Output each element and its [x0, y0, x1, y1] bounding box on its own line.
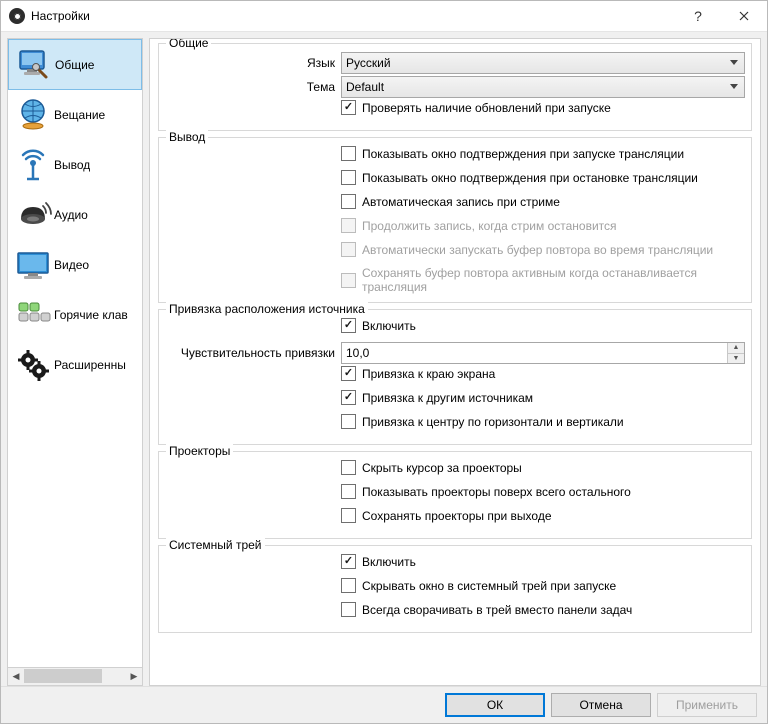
gears-icon [12, 344, 54, 386]
check-updates-checkbox[interactable]: Проверять наличие обновлений при запуске [341, 100, 745, 115]
auto-record-checkbox[interactable]: Автоматическая запись при стриме [341, 194, 745, 209]
group-tray: Системный трей Включить Скрывать окно в … [158, 545, 752, 633]
monitor-wrench-icon [13, 44, 55, 86]
scroll-right-arrow-icon[interactable]: ▶ [126, 668, 142, 684]
language-dropdown[interactable]: Русский [341, 52, 745, 74]
spin-down-icon[interactable]: ▼ [728, 354, 744, 364]
sidebar-item-label: Видео [54, 258, 89, 272]
settings-panel: Общие Язык Русский Тема Default [149, 38, 761, 686]
sidebar-item-video[interactable]: Видео [8, 240, 142, 290]
sidebar-item-label: Горячие клав [54, 308, 128, 322]
window-title: Настройки [31, 9, 90, 23]
confirm-stop-checkbox[interactable]: Показывать окно подтверждения при остано… [341, 170, 745, 185]
settings-window: Настройки ? [0, 0, 768, 724]
cancel-button[interactable]: Отмена [551, 693, 651, 717]
snap-other-checkbox[interactable]: Привязка к другим источникам [341, 390, 745, 405]
save-projectors-checkbox[interactable]: Сохранять проекторы при выходе [341, 508, 745, 523]
group-legend: Общие [166, 38, 211, 50]
tray-enable-checkbox[interactable]: Включить [341, 554, 745, 569]
spin-up-icon[interactable]: ▲ [728, 343, 744, 354]
sidebar-item-advanced[interactable]: Расширенны [8, 340, 142, 390]
help-button[interactable]: ? [675, 1, 721, 31]
projector-ontop-checkbox[interactable]: Показывать проекторы поверх всего осталь… [341, 484, 745, 499]
group-general: Общие Язык Русский Тема Default [158, 43, 752, 131]
hide-cursor-checkbox[interactable]: Скрыть курсор за проекторы [341, 460, 745, 475]
keep-recording-checkbox: Продолжить запись, когда стрим остановит… [341, 218, 745, 233]
ok-button[interactable]: ОК [445, 693, 545, 717]
snap-edge-checkbox[interactable]: Привязка к краю экрана [341, 366, 745, 381]
apply-button[interactable]: Применить [657, 693, 757, 717]
sidebar-item-label: Расширенны [54, 358, 126, 372]
keep-replay-checkbox: Сохранять буфер повтора активным когда о… [341, 266, 745, 294]
sidebar-item-label: Общие [55, 58, 94, 72]
sidebar-horizontal-scrollbar[interactable]: ◀ ▶ [7, 668, 143, 686]
scrollbar-thumb[interactable] [24, 669, 102, 683]
speaker-icon [12, 194, 54, 236]
sidebar-item-label: Аудио [54, 208, 88, 222]
app-icon [9, 8, 25, 24]
group-legend: Проекторы [166, 444, 233, 458]
sidebar: Общие Вещание [7, 38, 143, 686]
display-icon [12, 244, 54, 286]
group-legend: Привязка расположения источника [166, 302, 368, 316]
snap-center-checkbox[interactable]: Привязка к центру по горизонтали и верти… [341, 414, 745, 429]
sidebar-item-label: Вывод [54, 158, 90, 172]
scroll-left-arrow-icon[interactable]: ◀ [8, 668, 24, 684]
theme-dropdown[interactable]: Default [341, 76, 745, 98]
antenna-icon [12, 144, 54, 186]
sidebar-item-label: Вещание [54, 108, 105, 122]
sidebar-item-stream[interactable]: Вещание [8, 90, 142, 140]
snap-sensitivity-label: Чувствительность привязки [165, 346, 341, 360]
keyboard-icon [12, 294, 54, 336]
group-legend: Системный трей [166, 538, 265, 552]
sidebar-item-general[interactable]: Общие [8, 39, 142, 90]
globe-icon [12, 94, 54, 136]
theme-label: Тема [165, 80, 341, 94]
snap-sensitivity-spinner[interactable]: 10,0 ▲▼ [341, 342, 745, 364]
tray-always-minimize-checkbox[interactable]: Всегда сворачивать в трей вместо панели … [341, 602, 745, 617]
snap-enable-checkbox[interactable]: Включить [341, 318, 745, 333]
titlebar: Настройки ? [1, 1, 767, 32]
group-legend: Вывод [166, 130, 208, 144]
group-projectors: Проекторы Скрыть курсор за проекторы Пок… [158, 451, 752, 539]
sidebar-item-hotkeys[interactable]: Горячие клав [8, 290, 142, 340]
sidebar-item-output[interactable]: Вывод [8, 140, 142, 190]
auto-replay-checkbox: Автоматически запускать буфер повтора во… [341, 242, 745, 257]
close-button[interactable] [721, 1, 767, 31]
sidebar-item-audio[interactable]: Аудио [8, 190, 142, 240]
confirm-start-checkbox[interactable]: Показывать окно подтверждения при запуск… [341, 146, 745, 161]
group-snapping: Привязка расположения источника Включить… [158, 309, 752, 445]
tray-minimize-start-checkbox[interactable]: Скрывать окно в системный трей при запус… [341, 578, 745, 593]
language-label: Язык [165, 56, 341, 70]
group-output: Вывод Показывать окно подтверждения при … [158, 137, 752, 303]
dialog-buttons: ОК Отмена Применить [1, 686, 767, 723]
